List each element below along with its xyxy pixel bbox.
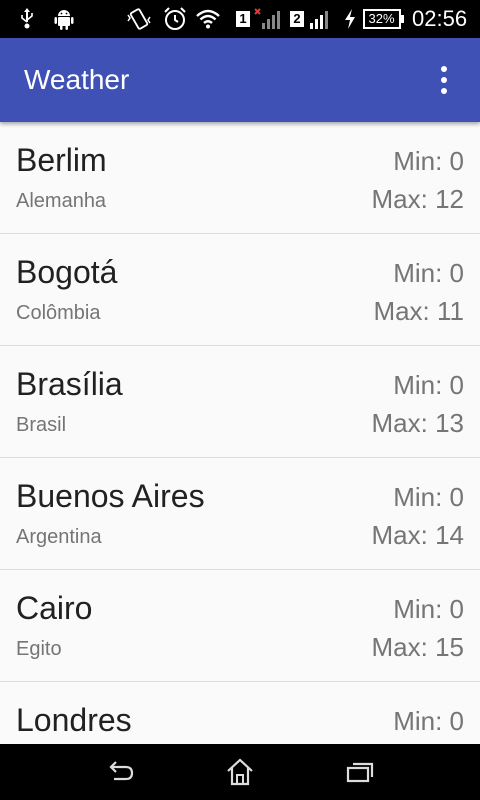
home-icon[interactable] [210,752,270,792]
battery-icon: 32% [360,6,406,32]
max-temperature: Max: 13 [371,408,465,438]
usb-icon [14,6,40,32]
list-item[interactable]: Buenos Aires Argentina Min: 0 Max: 14 [0,458,480,570]
min-temperature: Min: 0 [393,594,464,624]
navigation-bar [0,744,480,800]
list-item[interactable]: Brasília Brasil Min: 0 Max: 13 [0,346,480,458]
min-temperature: Min: 0 [393,370,464,400]
wifi-icon [194,6,222,32]
sim2-signal-icon: 2 [290,6,338,32]
country-name: Alemanha [16,190,107,212]
battery-level: 32% [368,11,395,26]
city-name: Cairo [16,590,93,626]
city-name: Buenos Aires [16,478,205,514]
list-item[interactable]: Berlim Alemanha Min: 0 Max: 12 [0,122,480,234]
recent-apps-icon[interactable] [330,752,390,792]
city-name: Brasília [16,366,123,402]
max-temperature: Max: 14 [371,520,465,550]
back-icon[interactable] [90,752,150,792]
min-temperature: Min: 0 [393,482,464,512]
min-temperature: Min: 0 [393,706,464,736]
alarm-icon [160,6,190,32]
country-name: Colômbia [16,302,101,324]
city-name: Bogotá [16,254,118,290]
vibrate-icon [124,6,154,32]
min-temperature: Min: 0 [393,258,464,288]
country-name: Argentina [16,526,102,548]
status-bar: 1 2 32% 02:56 [0,0,480,38]
country-name: Egito [16,638,62,660]
app-bar: Weather [0,38,480,122]
max-temperature: Max: 11 [373,296,464,326]
list-item[interactable]: Londres Min: 0 [0,682,480,744]
charging-icon [342,6,358,32]
list-item[interactable]: Bogotá Colômbia Min: 0 Max: 11 [0,234,480,346]
page-title: Weather [24,64,130,95]
sim1-signal-icon: 1 [236,6,286,32]
min-temperature: Min: 0 [393,146,464,176]
max-temperature: Max: 12 [371,184,465,214]
android-icon [50,6,78,32]
city-name: Londres [16,702,132,738]
overflow-menu-icon[interactable] [420,56,468,104]
list-item[interactable]: Cairo Egito Min: 0 Max: 15 [0,570,480,682]
max-temperature: Max: 15 [371,632,465,662]
clock: 02:56 [412,6,468,31]
city-name: Berlim [16,142,107,178]
city-list[interactable]: Berlim Alemanha Min: 0 Max: 12 Bogotá Co… [0,122,480,744]
country-name: Brasil [16,414,67,436]
sim2-label: 2 [290,11,304,27]
sim1-label: 1 [236,11,250,27]
